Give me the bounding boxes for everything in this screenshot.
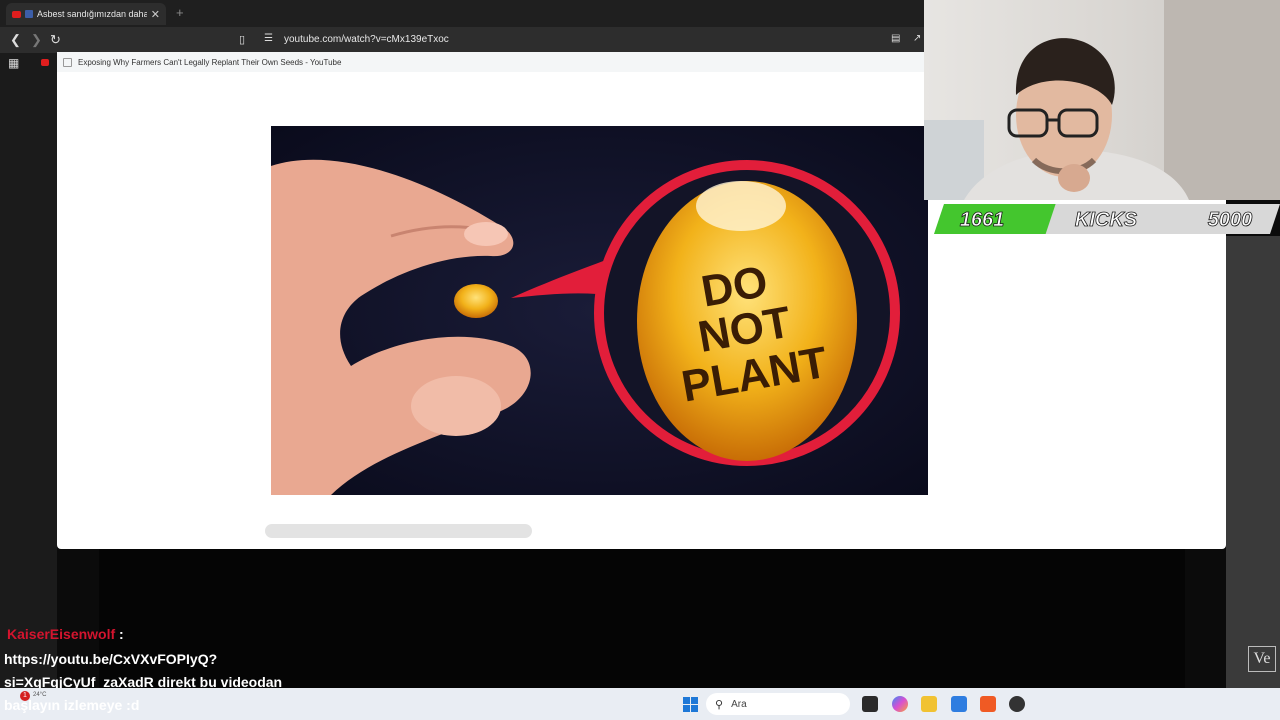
windows-taskbar: 1 24°C ⚲ Ara: [0, 688, 1280, 720]
loading-placeholder: [265, 524, 532, 538]
cast-icon[interactable]: ▤: [891, 33, 900, 44]
bookmark-icon[interactable]: ▯: [239, 33, 245, 46]
apps-icon[interactable]: ▦: [8, 56, 19, 70]
search-placeholder: Ara: [731, 698, 747, 710]
forward-icon[interactable]: ❯: [31, 32, 42, 48]
task-view-icon[interactable]: [862, 696, 878, 712]
popup-title: Exposing Why Farmers Can't Legally Repla…: [78, 57, 342, 67]
address-bar[interactable]: youtube.com/watch?v=cMx139eTxoc: [284, 34, 449, 45]
file-explorer-icon[interactable]: [921, 696, 937, 712]
browser-tab-active[interactable]: Asbest sandığımızdan daha b ✕: [6, 3, 166, 25]
snipping-tool-icon[interactable]: [951, 696, 967, 712]
chat-username: KaiserEisenwolf :: [7, 626, 124, 642]
webcam-feed: [924, 0, 1280, 200]
browser-side-area: [0, 53, 57, 720]
browser-tabbar: Asbest sandığımızdan daha b ✕ +: [0, 0, 924, 27]
new-tab-button[interactable]: +: [176, 5, 184, 20]
chat-username-text: KaiserEisenwolf: [7, 626, 116, 642]
channel-logo: Ve: [1248, 646, 1276, 672]
goal-label: KICKS: [1075, 209, 1138, 231]
browser-toolbar: ❮ ❯ ↻ ▯ ☰ youtube.com/watch?v=cMx139eTxo…: [0, 27, 924, 53]
tab-close-icon[interactable]: ✕: [151, 8, 160, 21]
copilot-icon[interactable]: [892, 696, 908, 712]
windows-start-icon[interactable]: [683, 697, 698, 712]
goal-current: 1661: [960, 209, 1005, 231]
kicks-goal-bar: 1661 KICKS 5000: [934, 202, 1280, 236]
stream-background: [99, 549, 1185, 688]
chat-message-line: başlayın izlemeye :d: [4, 697, 140, 713]
video-thumbnail[interactable]: DO NOT PLANT: [271, 126, 928, 495]
webcam-image: [924, 0, 1280, 200]
site-settings-icon[interactable]: ☰: [264, 33, 273, 44]
youtube-favicon-icon: [12, 10, 21, 18]
tab-group-icon: [25, 10, 33, 18]
reload-icon[interactable]: ↻: [50, 32, 61, 48]
back-icon[interactable]: ❮: [10, 32, 21, 48]
goal-target: 5000: [1208, 209, 1253, 231]
share-icon[interactable]: ↗: [913, 33, 921, 44]
chat-message-line: https://youtu.be/CxVXvFOPIyQ?: [4, 651, 218, 667]
search-icon: ⚲: [715, 698, 724, 711]
thumbnail-art: DO NOT PLANT: [271, 126, 928, 495]
obs-icon[interactable]: [1009, 696, 1025, 712]
background-area: [1226, 236, 1280, 688]
popup-titlebar: Exposing Why Farmers Can't Legally Repla…: [57, 52, 924, 72]
taskbar-search[interactable]: ⚲ Ara: [706, 693, 850, 715]
chat-colon: :: [119, 626, 124, 642]
brave-browser-icon[interactable]: [980, 696, 996, 712]
page-icon: [63, 57, 72, 67]
tab-title: Asbest sandığımızdan daha b: [37, 9, 147, 19]
youtube-bookmark-icon[interactable]: [41, 59, 49, 66]
